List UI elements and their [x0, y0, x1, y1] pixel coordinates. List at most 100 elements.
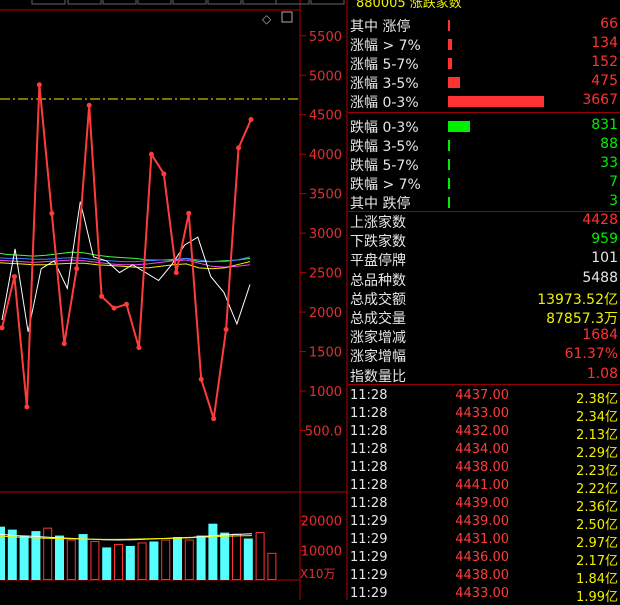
- toolbar-button[interactable]: [310, 0, 345, 5]
- summary-label: 平盘停牌: [350, 253, 406, 270]
- red-line-point: [248, 116, 254, 122]
- distribution-label: 涨幅 5-7%: [350, 57, 419, 73]
- summary-value: 87857.3万: [546, 311, 618, 327]
- tick-row: 11:28 4438.00 2.23亿: [348, 460, 620, 479]
- tick-price: 4436.00: [455, 550, 509, 565]
- distribution-bar: [448, 39, 452, 50]
- distribution-label: 跌幅 > 7%: [350, 177, 421, 193]
- toolbar-button[interactable]: [275, 0, 310, 5]
- volume-bar: [114, 543, 123, 581]
- tick-time: 11:29: [350, 532, 388, 547]
- tick-amount: 2.38亿: [576, 392, 618, 407]
- summary-row: 涨家增幅 61.37%: [348, 346, 620, 365]
- red-line-point: [186, 210, 192, 216]
- toolbar-button[interactable]: [102, 0, 137, 5]
- price-chart-panel[interactable]: ◇ 5500 5000 4500 4000 3500 3000 2500 2000 1500 100…: [0, 0, 348, 600]
- breadth-chart[interactable]: ◇ 5500 5000 4500 4000 3500 3000 2500 2000 1500 100…: [0, 0, 348, 600]
- summary-label: 总成交额: [350, 291, 406, 308]
- distribution-bar: [448, 197, 450, 208]
- toolbar-button[interactable]: [242, 0, 277, 5]
- tick-amount: 2.13亿: [576, 428, 618, 443]
- toolbar-button[interactable]: [31, 0, 66, 5]
- volume-bar: [255, 532, 265, 580]
- red-line-point: [236, 145, 242, 151]
- volume-bar: [243, 538, 253, 580]
- red-line-point: [111, 305, 117, 311]
- y-tick-label: 4500: [309, 109, 342, 124]
- tick-price: 4438.00: [455, 460, 509, 475]
- tick-price: 4431.00: [455, 532, 509, 547]
- red-line-point: [49, 210, 55, 216]
- y-tick-label: 3500: [309, 188, 342, 203]
- tick-row: 11:29 4436.00 2.17亿: [348, 550, 620, 569]
- market-breadth-panel: 880005 涨跌家数 其中 涨停 66 涨幅 > 7% 134 涨幅 5-7% 152 涨…: [348, 0, 620, 605]
- distribution-label: 跌幅 3-5%: [350, 139, 419, 155]
- summary-value: 61.37%: [564, 346, 618, 363]
- summary-row: 涨家增减 1684: [348, 327, 620, 346]
- red-line-point: [173, 270, 179, 276]
- distribution-value: 152: [591, 54, 618, 70]
- summary-label: 上涨家数: [350, 215, 406, 231]
- volume-tick-label: 10000: [301, 544, 342, 559]
- volume-bar: [173, 537, 182, 580]
- y-tick-label: 5000: [309, 69, 342, 84]
- distribution-bar: [448, 140, 450, 151]
- volume-bar: [55, 535, 64, 580]
- distribution-row: 跌幅 5-7% 33: [348, 155, 620, 174]
- distribution-label: 其中 涨停: [350, 19, 411, 35]
- summary-value: 13973.52亿: [537, 291, 618, 308]
- volume-bar: [78, 534, 88, 580]
- distribution-value: 3: [609, 193, 618, 209]
- toolbar-button[interactable]: [67, 0, 102, 5]
- toolbar-button[interactable]: [172, 0, 207, 5]
- volume-bar: [267, 552, 277, 580]
- distribution-value: 66: [600, 16, 618, 32]
- tick-price: 4433.00: [455, 586, 509, 601]
- summary-value: 1684: [582, 327, 618, 344]
- volume-bar: [90, 540, 100, 581]
- tick-price: 4441.00: [455, 478, 509, 493]
- diamond-icon: ◇: [262, 12, 272, 26]
- tick-time: 11:28: [350, 424, 388, 439]
- toolbar-button[interactable]: [137, 0, 172, 5]
- summary-label: 下跌家数: [350, 234, 406, 251]
- avg-line-green: [0, 251, 251, 263]
- summary-label: 总品种数: [350, 272, 406, 289]
- distribution-value: 831: [591, 117, 618, 133]
- tick-price: 4437.00: [455, 388, 509, 403]
- y-tick-label: 500.0: [305, 425, 342, 440]
- tick-time: 11:29: [350, 550, 388, 565]
- summary-value: 1.08: [586, 365, 618, 382]
- distribution-bar: [448, 77, 461, 88]
- distribution-value: 7: [609, 174, 618, 190]
- toolbar-button[interactable]: [207, 0, 242, 5]
- distribution-bar: [448, 178, 450, 189]
- red-line-point: [99, 293, 105, 299]
- tick-row: 11:28 4439.00 2.36亿: [348, 496, 620, 515]
- volume-bar: [208, 523, 218, 580]
- window-toggle-icon[interactable]: [281, 11, 293, 23]
- tick-row: 11:28 4437.00 2.38亿: [348, 388, 620, 407]
- tick-amount: 2.17亿: [576, 554, 618, 569]
- volume-tick-label: 20000: [301, 515, 342, 530]
- tick-amount: 1.84亿: [576, 572, 618, 587]
- tick-row: 11:28 4434.00 2.29亿: [348, 442, 620, 461]
- distribution-row: 跌幅 0-3% 831: [348, 117, 620, 136]
- distribution-bar: [448, 121, 471, 132]
- red-line-point: [0, 325, 5, 331]
- volume-bar: [125, 545, 135, 580]
- distribution-value: 475: [591, 73, 618, 89]
- red-line-point: [136, 345, 142, 351]
- volume-bar: [196, 535, 206, 580]
- tick-amount: 2.22亿: [576, 482, 618, 497]
- tick-time: 11:28: [350, 496, 388, 511]
- summary-label: 指数量比: [350, 368, 406, 385]
- tick-price: 4432.00: [455, 424, 509, 439]
- panel-title: 880005 涨跌家数: [356, 0, 462, 11]
- summary-row: 下跌家数 959: [348, 231, 620, 250]
- y-tick-label: 3000: [309, 227, 342, 242]
- volume-bar: [184, 539, 194, 580]
- distribution-label: 跌幅 0-3%: [350, 120, 419, 136]
- red-line-point: [24, 404, 30, 410]
- tick-amount: 2.97亿: [576, 536, 618, 551]
